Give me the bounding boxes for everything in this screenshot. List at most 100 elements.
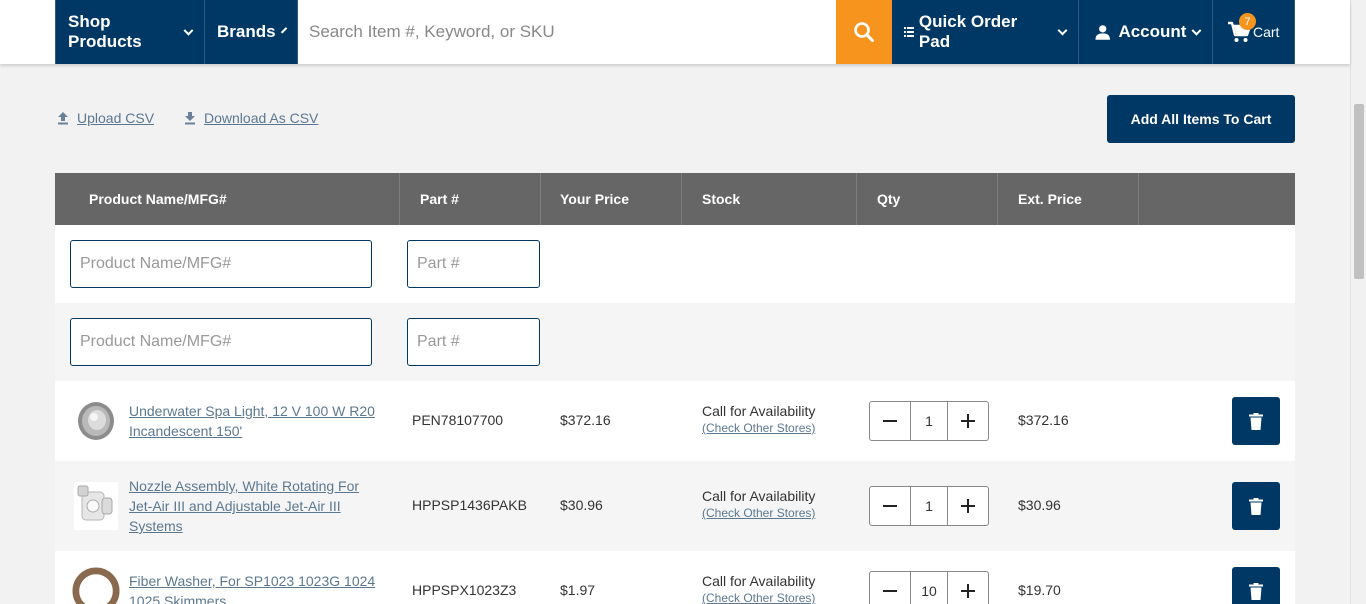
product-name-input[interactable] [70,240,372,288]
product-name-line: Nozzle Assembly, White Rotating For [129,478,360,494]
delete-item-button[interactable] [1232,397,1280,445]
part-number: HPPSPX1023Z3 [412,582,517,598]
download-icon [185,112,195,125]
plus-icon [961,414,975,428]
page-scrollbar[interactable] [1350,0,1366,604]
upload-csv-label: Upload CSV [77,110,155,126]
plus-icon [961,584,975,598]
trash-icon [1249,412,1263,430]
header-product: Product Name/MFG# [55,173,400,225]
fiber-washer-image [72,567,120,604]
stock-cell: Call for Availability (Check Other Store… [702,488,815,520]
product-name-line: 1025 Skimmers [129,593,227,604]
your-price: $30.96 [560,497,603,513]
scrollbar-thumb[interactable] [1354,104,1364,279]
chevron-down-icon [1191,25,1202,35]
decrease-qty-button[interactable] [870,402,910,440]
increase-qty-button[interactable] [948,572,988,604]
increase-qty-button[interactable] [948,402,988,440]
product-thumbnail[interactable] [72,567,120,604]
check-other-stores-link[interactable]: (Check Other Stores) [702,506,815,520]
stock-status: Call for Availability [702,488,816,504]
trash-icon [1249,497,1263,515]
product-name-line: Fiber Washer, For SP1023 1023G 1024 [129,573,376,589]
user-icon [1095,24,1110,40]
product-name-line: Systems [129,518,183,534]
product-thumbnail[interactable] [72,397,120,445]
quantity-input[interactable] [910,572,948,604]
list-icon [904,27,914,37]
check-other-stores-link[interactable]: (Check Other Stores) [702,591,815,604]
product-link[interactable]: Underwater Spa Light, 12 V 100 W R20 Inc… [129,401,375,441]
product-name-line: Jet-Air III and Adjustable Jet-Air III [129,498,341,514]
delete-item-button[interactable] [1232,482,1280,530]
quick-order-pad-menu[interactable]: Quick Order Pad [892,0,1079,64]
table-row: Fiber Washer, For SP1023 1023G 1024 1025… [55,551,1295,604]
nozzle-assembly-image [74,482,118,530]
table-row-empty [55,303,1295,381]
search-bar [298,0,836,64]
search-button[interactable] [836,0,892,64]
header-ext-price: Ext. Price [998,173,1139,225]
upload-icon [58,112,68,125]
table-row: Nozzle Assembly, White Rotating For Jet-… [55,461,1295,551]
chevron-down-icon [183,25,194,35]
product-thumbnail[interactable] [72,482,120,530]
cart-button[interactable]: 7 Cart [1213,0,1295,64]
header-part: Part # [400,173,541,225]
delete-item-button[interactable] [1232,567,1280,604]
stock-status: Call for Availability [702,573,816,589]
increase-qty-button[interactable] [948,487,988,525]
product-link[interactable]: Nozzle Assembly, White Rotating For Jet-… [129,476,359,536]
table-row-empty [55,225,1295,303]
add-all-items-button[interactable]: Add All Items To Cart [1107,95,1295,143]
shop-products-label: Shop Products [68,12,142,51]
product-name-line: Incandescent 150' [129,423,243,439]
product-name-input[interactable] [70,318,372,366]
quantity-input[interactable] [910,402,948,440]
chevron-down-icon [280,26,288,34]
quantity-stepper [869,486,989,526]
check-other-stores-link[interactable]: (Check Other Stores) [702,421,815,435]
top-navigation: Shop Products Brands Quick Order Pad [0,0,1350,64]
part-number: PEN78107700 [412,412,504,428]
download-csv-label: Download As CSV [204,110,319,126]
upload-csv-link[interactable]: Upload CSV [57,110,154,126]
quick-order-table: Product Name/MFG# Part # Your Price Stoc… [55,173,1295,604]
stock-status: Call for Availability [702,403,816,419]
quantity-input[interactable] [910,487,948,525]
extended-price: $30.96 [1018,497,1061,513]
download-csv-link[interactable]: Download As CSV [184,110,318,126]
cart-count-badge: 7 [1239,13,1256,30]
quick-order-pad-label: Quick Order Pad [918,12,1018,51]
search-input[interactable] [298,0,836,64]
table-header: Product Name/MFG# Part # Your Price Stoc… [55,173,1295,225]
product-name-line: Underwater Spa Light, 12 V 100 W R20 [129,403,375,419]
your-price: $372.16 [560,412,611,428]
stock-cell: Call for Availability (Check Other Store… [702,573,815,604]
quantity-stepper [869,401,989,441]
account-menu[interactable]: Account [1079,0,1213,64]
decrease-qty-button[interactable] [870,572,910,604]
quantity-stepper [869,571,989,604]
minus-icon [883,505,897,507]
trash-icon [1249,582,1263,600]
extended-price: $19.70 [1018,582,1061,598]
brands-menu[interactable]: Brands [205,0,298,64]
header-stock: Stock [682,173,857,225]
spa-light-image [78,402,114,440]
stock-cell: Call for Availability (Check Other Store… [702,403,815,435]
decrease-qty-button[interactable] [870,487,910,525]
table-row: Underwater Spa Light, 12 V 100 W R20 Inc… [55,381,1295,461]
cart-label: Cart [1253,24,1280,40]
extended-price: $372.16 [1018,412,1069,428]
minus-icon [883,590,897,592]
part-number-input[interactable] [407,318,540,366]
minus-icon [883,420,897,422]
plus-icon [961,499,975,513]
your-price: $1.97 [560,582,596,598]
shop-products-menu[interactable]: Shop Products [55,0,205,64]
header-price: Your Price [541,173,682,225]
part-number-input[interactable] [407,240,540,288]
product-link[interactable]: Fiber Washer, For SP1023 1023G 1024 1025… [129,571,375,604]
